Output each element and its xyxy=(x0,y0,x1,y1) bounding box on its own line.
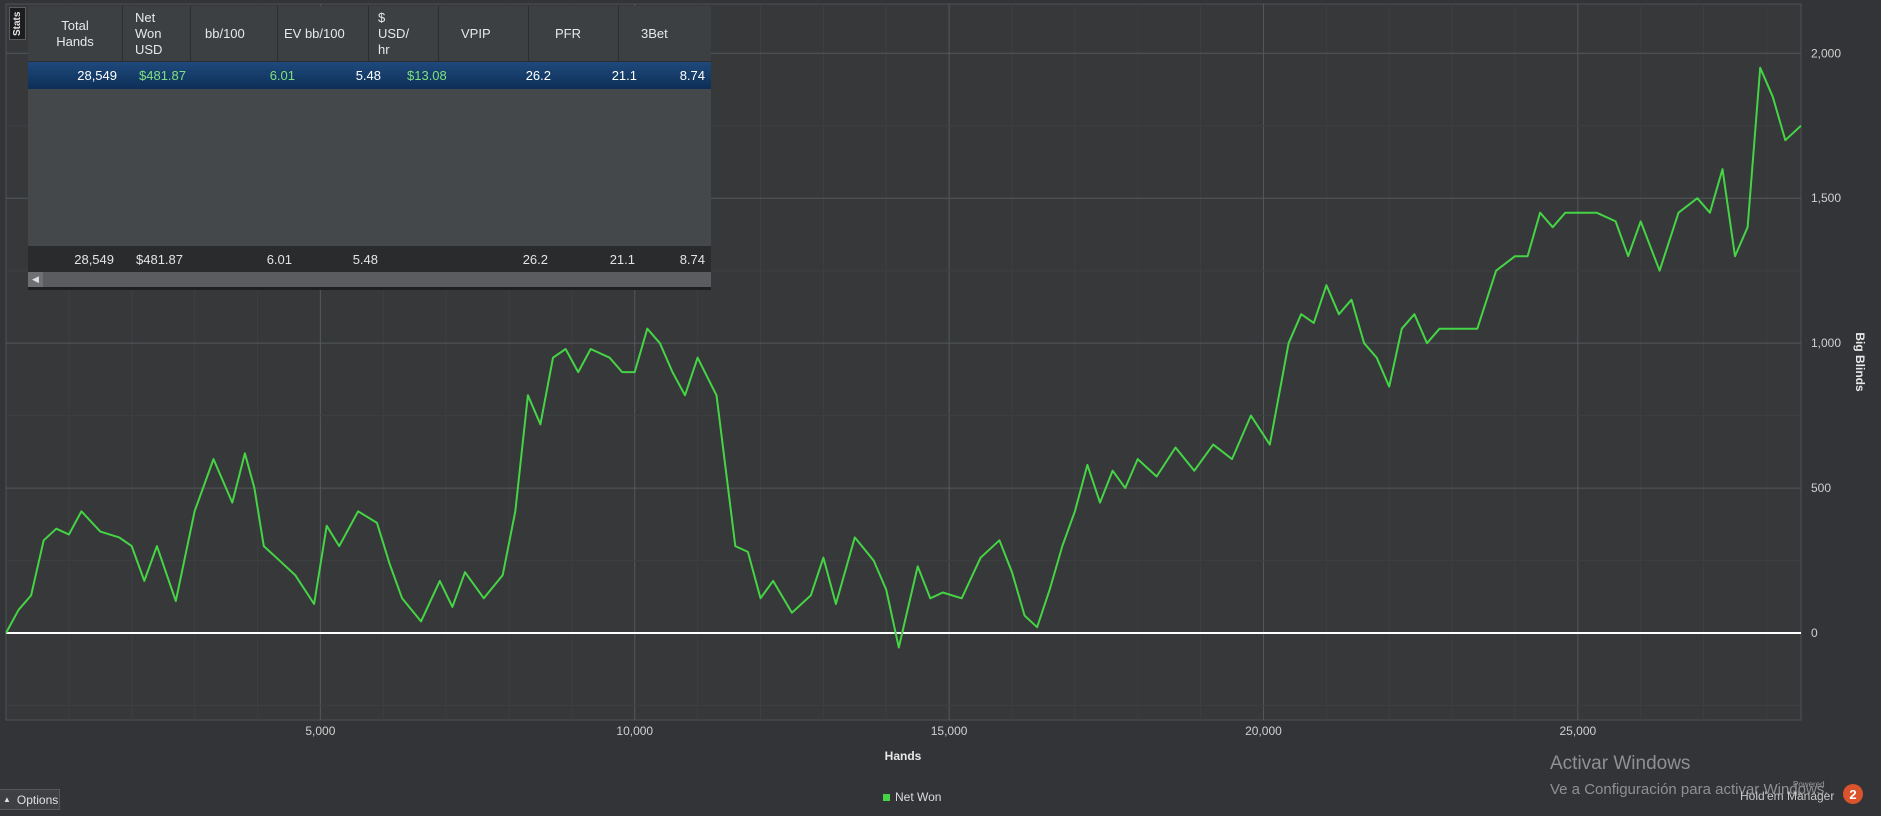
column-header-pfr[interactable]: PFR xyxy=(529,6,619,61)
column-header-bb100[interactable]: bb/100 xyxy=(191,6,278,61)
y-tick-label: 0 xyxy=(1811,626,1818,640)
horizontal-scrollbar[interactable]: ◀ xyxy=(28,272,711,287)
y-tick-label: 2,000 xyxy=(1811,46,1841,60)
stats-panel: Total Hands Net Won USD bb/100 EV bb/100… xyxy=(28,6,711,290)
stats-totals-row: 28,549 $481.87 6.01 5.48 26.2 21.1 8.74 xyxy=(28,246,711,272)
x-tick-label: 15,000 xyxy=(931,724,968,738)
cell-3bet: 8.74 xyxy=(679,68,705,83)
total-pfr: 21.1 xyxy=(609,251,635,267)
caret-icon: ▲ xyxy=(3,795,11,804)
brand-name: Hold'em Manager xyxy=(1740,789,1835,803)
stats-header-row: Total Hands Net Won USD bb/100 EV bb/100… xyxy=(28,6,711,62)
total-3bet: 8.74 xyxy=(679,251,705,267)
legend-swatch xyxy=(883,793,890,801)
column-header-usd-hr[interactable]: $ USD/ hr xyxy=(369,6,439,61)
y-tick-label: 1,500 xyxy=(1811,191,1841,205)
y-tick-label: 500 xyxy=(1811,481,1831,495)
options-label: Options xyxy=(16,792,59,807)
cell-pfr: 21.1 xyxy=(611,68,637,83)
x-axis-title: Hands xyxy=(885,749,922,763)
column-header-net-won[interactable]: Net Won USD xyxy=(123,6,191,61)
stats-tab-label: Stats xyxy=(12,11,23,36)
column-header-3bet[interactable]: 3Bet xyxy=(619,6,711,61)
hem2-logo-icon: 2 xyxy=(1843,784,1863,804)
legend-label-net-won: Net Won xyxy=(895,790,942,804)
cell-net-won: $481.87 xyxy=(139,68,186,83)
total-total-hands: 28,549 xyxy=(74,251,114,267)
legend: Net Won xyxy=(883,790,941,804)
x-tick-label: 25,000 xyxy=(1560,724,1597,738)
y-axis-title: Big Blinds xyxy=(1853,332,1867,392)
stats-selected-row[interactable]: 28,549 $481.87 6.01 5.48 $13.08 26.2 21.… xyxy=(28,62,711,89)
cell-ev-bb100: 5.48 xyxy=(355,68,381,83)
total-bb100: 6.01 xyxy=(266,251,292,267)
total-usd-hr xyxy=(384,246,464,272)
total-vpip: 26.2 xyxy=(522,251,548,267)
options-button[interactable]: ▲ Options xyxy=(0,789,60,810)
watermark-title: Activar Windows xyxy=(1550,753,1691,774)
cell-usd-hr: $13.08 xyxy=(407,68,447,83)
total-ev-bb100: 5.48 xyxy=(352,251,378,267)
cell-total-hands: 28,549 xyxy=(77,68,117,83)
total-net-won: $481.87 xyxy=(136,251,183,267)
cell-vpip: 26.2 xyxy=(525,68,551,83)
cell-bb100: 6.01 xyxy=(269,68,295,83)
x-tick-label: 20,000 xyxy=(1245,724,1282,738)
stats-tab[interactable]: Stats xyxy=(9,7,26,40)
column-header-ev-bb100[interactable]: EV bb/100 xyxy=(278,6,369,61)
x-tick-label: 5,000 xyxy=(305,724,335,738)
column-header-total-hands[interactable]: Total Hands xyxy=(28,6,123,61)
x-tick-label: 10,000 xyxy=(616,724,653,738)
column-header-vpip[interactable]: VPIP xyxy=(439,6,529,61)
brand-icon-text: 2 xyxy=(1849,786,1857,802)
scroll-left-icon[interactable]: ◀ xyxy=(28,272,43,287)
y-tick-label: 1,000 xyxy=(1811,336,1841,350)
